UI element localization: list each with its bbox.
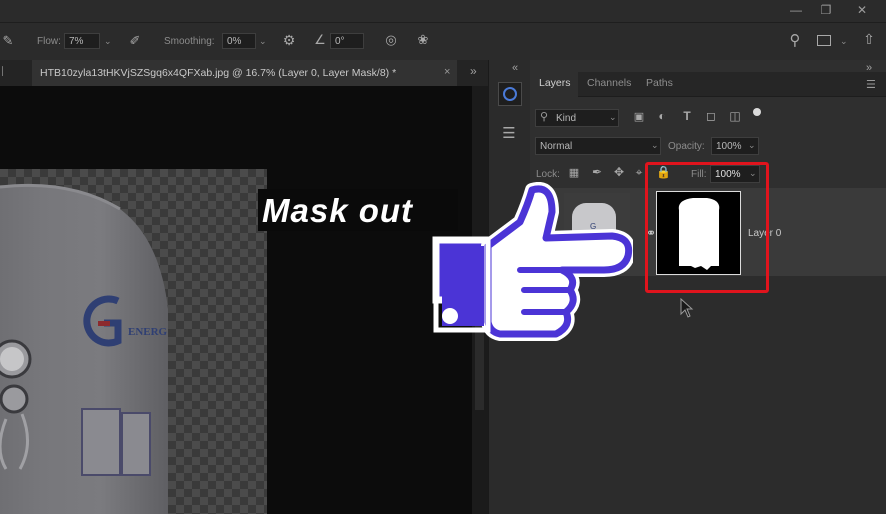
pressure-icon[interactable]: ◎ xyxy=(382,32,400,48)
tab-layers[interactable]: Layers xyxy=(539,77,571,89)
chevron-down-icon[interactable]: ⌄ xyxy=(104,36,112,47)
close-window-icon[interactable]: ✕ xyxy=(854,3,870,17)
opacity-label: Opacity: xyxy=(668,141,705,152)
lock-transparent-icon[interactable]: ▦ xyxy=(567,166,581,179)
symmetry-icon[interactable]: ❀ xyxy=(414,32,432,48)
lock-artboard-icon[interactable]: ⌖ xyxy=(633,165,645,180)
filter-type-icon[interactable]: T xyxy=(680,109,694,123)
lock-pixels-icon[interactable]: ✒ xyxy=(590,165,604,179)
callout-label: Mask out xyxy=(262,192,414,229)
close-tab-icon[interactable]: × xyxy=(444,66,450,78)
airbrush-icon[interactable]: ✐ xyxy=(126,33,144,49)
blend-mode-select[interactable]: Normal xyxy=(535,137,661,155)
brush-icon[interactable]: ✎ xyxy=(0,33,16,49)
flow-input[interactable]: 7% xyxy=(64,33,100,49)
restore-icon[interactable]: ❐ xyxy=(818,3,834,17)
panel-tab-bar xyxy=(530,72,886,97)
tab-paths[interactable]: Paths xyxy=(646,77,673,89)
color-wheel-icon xyxy=(503,87,517,101)
gear-icon[interactable]: ⚙ xyxy=(280,32,298,49)
lock-label: Lock: xyxy=(536,169,560,180)
share-icon[interactable]: ⇧ xyxy=(860,31,878,48)
document-tab-title: HTB10zyla13tHKVjSZSgq6x4QFXab.jpg @ 16.7… xyxy=(40,67,397,79)
angle-input[interactable]: 0° xyxy=(330,33,364,49)
minimize-icon[interactable]: — xyxy=(788,3,804,17)
previous-tab-fragment[interactable]: ∣ xyxy=(0,66,5,77)
filter-adjustment-icon[interactable]: ◐ xyxy=(655,109,669,123)
cursor-icon xyxy=(680,298,694,318)
adjustments-icon[interactable]: ☰ xyxy=(498,124,520,142)
search-icon[interactable]: ⚲ xyxy=(787,31,803,49)
chevron-down-icon[interactable]: ⌄ xyxy=(609,112,617,123)
workspace-icon[interactable] xyxy=(817,35,831,46)
chevron-down-icon[interactable]: ⌄ xyxy=(840,36,848,47)
filter-pixel-icon[interactable]: ▣ xyxy=(632,110,646,123)
expand-panels-icon[interactable]: » xyxy=(470,64,477,78)
smoothing-input[interactable]: 0% xyxy=(222,33,256,49)
smoothing-label: Smoothing: xyxy=(164,36,215,47)
chevron-down-icon[interactable]: ⌄ xyxy=(259,36,267,47)
svg-text:ENERG: ENERG xyxy=(128,326,168,338)
color-wheel-button[interactable] xyxy=(498,82,522,106)
filter-shape-icon[interactable]: ◻ xyxy=(704,109,718,123)
filter-smart-object-icon[interactable]: ◫ xyxy=(728,109,742,123)
filter-toggle-icon[interactable] xyxy=(753,108,761,116)
angle-icon: ∠ xyxy=(314,32,326,47)
tab-channels[interactable]: Channels xyxy=(587,77,631,89)
highlight-box xyxy=(645,162,769,293)
chevron-down-icon[interactable]: ⌄ xyxy=(748,140,756,151)
panel-menu-icon[interactable]: ☰ xyxy=(866,78,876,91)
product-photo-tank: ENERG xyxy=(0,183,168,514)
chevron-down-icon[interactable]: ⌄ xyxy=(651,140,659,151)
pointing-hand-icon xyxy=(432,182,633,341)
search-icon: ⚲ xyxy=(540,111,549,123)
collapse-strip-icon[interactable]: « xyxy=(512,62,518,74)
window-title-bar xyxy=(0,0,886,22)
lock-position-icon[interactable]: ✥ xyxy=(612,165,626,179)
flow-label: Flow: xyxy=(37,36,61,47)
